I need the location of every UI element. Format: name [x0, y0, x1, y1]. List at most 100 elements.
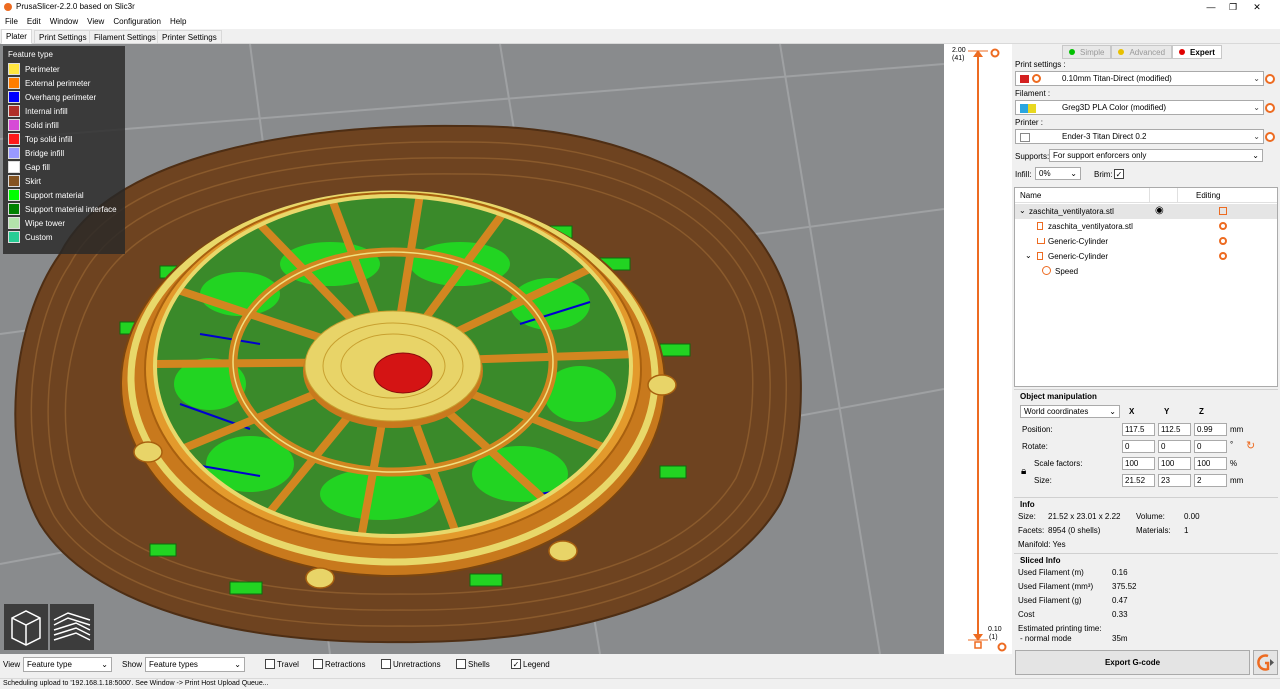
close-button[interactable]: ✕: [1234, 0, 1280, 15]
size-x-input[interactable]: 21.52: [1122, 474, 1155, 487]
legend-swatch: [8, 217, 20, 229]
expander-icon[interactable]: ⌄: [1019, 206, 1026, 215]
chevron-down-icon: ⌄: [1109, 407, 1116, 416]
printer-combo[interactable]: Ender-3 Titan Direct 0.2 ⌄: [1015, 129, 1264, 144]
expert-mode-icon: [1179, 49, 1186, 55]
reset-rotation-icon[interactable]: ↻: [1246, 439, 1255, 452]
supports-combo[interactable]: For support enforcers only ⌄: [1049, 149, 1263, 162]
eye-icon[interactable]: ◉: [1155, 205, 1164, 216]
menu-view[interactable]: View: [82, 15, 108, 26]
column-name[interactable]: Name: [1020, 191, 1041, 200]
expander-icon[interactable]: ⌄: [1025, 251, 1032, 260]
filament-combo[interactable]: Greg3D PLA Color (modified) ⌄: [1015, 100, 1264, 115]
cost-value: 0.33: [1112, 610, 1128, 619]
print-settings-combo[interactable]: 0.10mm Titan-Direct (modified) ⌄: [1015, 71, 1264, 86]
lock-icon[interactable]: 🔒︎: [1021, 466, 1026, 477]
sliced-info-panel: Sliced Info Used Filament (m) 0.16 Used …: [1014, 553, 1278, 645]
size-y-input[interactable]: 23: [1158, 474, 1191, 487]
infill-combo[interactable]: 0% ⌄: [1035, 167, 1081, 180]
settings-gear-icon[interactable]: [1219, 237, 1227, 245]
size-label: Size:: [1034, 476, 1052, 485]
printer-icon: [1020, 133, 1030, 142]
layers-view-icon[interactable]: [50, 604, 94, 650]
send-to-printer-button[interactable]: [1253, 650, 1278, 675]
settings-gear-icon[interactable]: [1219, 252, 1227, 260]
retractions-label: Retractions: [325, 660, 366, 669]
rotate-y-input[interactable]: 0: [1158, 440, 1191, 453]
part-row[interactable]: zaschita_ventilyatora.stl: [1015, 219, 1277, 234]
rotate-z-input[interactable]: 0: [1194, 440, 1227, 453]
main-tabs: Plater Print Settings Filament Settings …: [0, 29, 1280, 44]
position-y-input[interactable]: 112.5: [1158, 423, 1191, 436]
part-row[interactable]: ⌄ Generic-Cylinder: [1015, 249, 1277, 264]
legend-item: Bridge infill: [8, 146, 120, 160]
3d-preview-viewport[interactable]: Feature type Perimeter External perimete…: [0, 44, 944, 654]
menu-help[interactable]: Help: [165, 15, 190, 26]
brim-checkbox[interactable]: ✓: [1114, 169, 1124, 179]
view-label: View: [3, 660, 21, 669]
position-z-input[interactable]: 0.99: [1194, 423, 1227, 436]
add-color-change-icon[interactable]: [990, 48, 1000, 58]
print-preset-flag-icon: [1020, 75, 1029, 83]
part-row[interactable]: Generic-Cylinder: [1015, 234, 1277, 249]
rotate-x-input[interactable]: 0: [1122, 440, 1155, 453]
size-z-input[interactable]: 2: [1194, 474, 1227, 487]
column-editing[interactable]: Editing: [1196, 191, 1220, 200]
scale-z-input[interactable]: 100: [1194, 457, 1227, 470]
tab-print-settings[interactable]: Print Settings: [34, 30, 92, 44]
scale-unit: %: [1230, 459, 1238, 468]
part-icon: [1037, 222, 1043, 230]
axis-y-label: Y: [1164, 407, 1170, 416]
travel-checkbox[interactable]: [265, 659, 275, 669]
retractions-checkbox[interactable]: [313, 659, 323, 669]
filament-color-icon: [1020, 104, 1036, 113]
layer-bottom-value: 0.10: [988, 626, 1002, 633]
chevron-down-icon: ⌄: [101, 660, 108, 669]
print-settings-gear-icon[interactable]: [1265, 74, 1275, 84]
show-features-combo[interactable]: Feature types ⌄: [145, 657, 245, 672]
chevron-down-icon: ⌄: [1253, 74, 1260, 83]
scale-y-input[interactable]: 100: [1158, 457, 1191, 470]
3d-view-icon[interactable]: [4, 604, 48, 650]
filament-gear-icon[interactable]: [1265, 103, 1275, 113]
coordinate-system-combo[interactable]: World coordinates ⌄: [1020, 405, 1120, 418]
printer-gear-icon[interactable]: [1265, 132, 1275, 142]
advanced-mode-icon: [1118, 49, 1125, 55]
cog-icon[interactable]: [997, 642, 1007, 652]
mode-expert-button[interactable]: Expert: [1172, 45, 1222, 59]
mode-advanced-button[interactable]: Advanced: [1111, 45, 1173, 59]
position-label: Position:: [1022, 425, 1053, 434]
filament-mm3-value: 375.52: [1112, 582, 1137, 591]
legend-item: External perimeter: [8, 76, 120, 90]
tab-plater[interactable]: Plater: [1, 29, 32, 44]
view-type-combo[interactable]: Feature type ⌄: [23, 657, 112, 672]
position-x-input[interactable]: 117.5: [1122, 423, 1155, 436]
lock-icon[interactable]: [974, 641, 982, 649]
scale-x-input[interactable]: 100: [1122, 457, 1155, 470]
rotate-unit: °: [1230, 440, 1234, 449]
unretractions-checkbox[interactable]: [381, 659, 391, 669]
menu-edit[interactable]: Edit: [22, 15, 45, 26]
setting-row[interactable]: Speed: [1015, 264, 1277, 279]
layer-slider[interactable]: 2.00 (41) 0.10 (1): [944, 44, 1012, 654]
supports-label: Supports:: [1015, 152, 1050, 161]
chevron-down-icon: ⌄: [1070, 169, 1077, 178]
legend-checkbox[interactable]: ✓: [511, 659, 521, 669]
menu-file[interactable]: File: [0, 15, 22, 26]
legend-item: Perimeter: [8, 62, 120, 76]
mode-simple-button[interactable]: Simple: [1062, 45, 1112, 59]
tab-filament-settings[interactable]: Filament Settings: [89, 30, 161, 44]
shells-checkbox[interactable]: [456, 659, 466, 669]
settings-gear-icon[interactable]: [1219, 222, 1227, 230]
top-solid-infill-center: [373, 352, 433, 394]
legend-item: Internal infill: [8, 104, 120, 118]
edit-icon[interactable]: [1219, 207, 1227, 215]
object-row[interactable]: ⌄ zaschita_ventilyatora.stl ◉: [1015, 204, 1277, 219]
legend-swatch: [8, 119, 20, 131]
menu-window[interactable]: Window: [45, 15, 82, 26]
menu-configuration[interactable]: Configuration: [108, 15, 165, 26]
status-text: Scheduling upload to '192.168.1.18:5000'…: [3, 680, 269, 687]
export-gcode-button[interactable]: Export G-code: [1015, 650, 1250, 675]
tab-printer-settings[interactable]: Printer Settings: [157, 30, 222, 44]
legend-label: Legend: [523, 660, 550, 669]
